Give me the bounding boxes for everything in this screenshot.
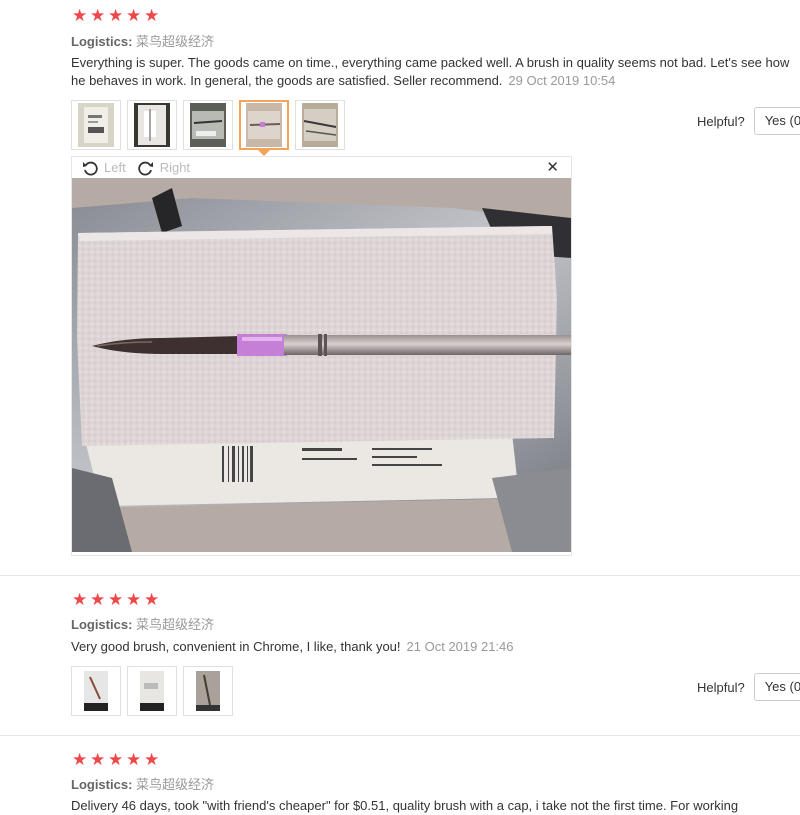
star-icon: ★ <box>90 6 106 25</box>
review-content: Very good brush, convenient in Chrome, I… <box>71 638 796 656</box>
review-photo-thumbnail[interactable] <box>295 100 345 150</box>
logistics-label: Logistics: <box>71 777 133 792</box>
thumbnail-image <box>78 669 114 713</box>
star-icon: ★ <box>72 590 88 609</box>
review-text: Very good brush, convenient in Chrome, I… <box>71 639 401 654</box>
review-photo-thumbnail-active[interactable] <box>239 100 289 156</box>
helpful-label: Helpful? <box>697 113 745 129</box>
review-photo-large <box>72 178 571 552</box>
rotate-left-icon <box>83 161 98 175</box>
helpful-yes-button[interactable]: Yes (0) <box>753 107 800 135</box>
logistics-label: Logistics: <box>71 34 133 49</box>
thumbnail-image <box>78 103 114 147</box>
logistics-info: Logistics: 菜鸟超级经济 <box>71 774 214 793</box>
review-thumbnails <box>71 666 233 716</box>
star-icon: ★ <box>108 590 124 609</box>
star-rating: ★ ★ ★ ★ ★ <box>72 591 160 608</box>
review-photo-thumbnail[interactable] <box>183 100 233 150</box>
logistics-value: 菜鸟超级经济 <box>136 617 215 632</box>
rotate-left-button[interactable]: Left <box>82 160 126 176</box>
star-icon: ★ <box>126 6 142 25</box>
rotate-right-icon <box>138 161 153 175</box>
review-photo-thumbnail[interactable] <box>127 666 177 716</box>
logistics-label: Logistics: <box>71 617 133 632</box>
review-content: Delivery 46 days, took "with friend's ch… <box>71 797 800 815</box>
helpful-section: Helpful? Yes (0) <box>697 673 800 701</box>
review-divider <box>0 575 800 576</box>
review-date: 21 Oct 2019 21:46 <box>406 639 514 654</box>
star-icon: ★ <box>90 750 106 769</box>
star-icon: ★ <box>108 750 124 769</box>
star-rating: ★ ★ ★ ★ ★ <box>72 751 160 768</box>
star-icon: ★ <box>72 6 88 25</box>
thumbnail-image <box>190 103 226 147</box>
logistics-value: 菜鸟超级经济 <box>136 777 215 792</box>
star-rating: ★ ★ ★ ★ ★ <box>72 7 160 24</box>
review-photo-thumbnail[interactable] <box>71 100 121 150</box>
star-icon: ★ <box>126 590 142 609</box>
star-icon: ★ <box>108 6 124 25</box>
helpful-yes-button[interactable]: Yes (0) <box>753 673 800 701</box>
star-icon: ★ <box>90 590 106 609</box>
review-photo-thumbnail[interactable] <box>71 666 121 716</box>
review-text: Everything is super. The goods came on t… <box>71 55 790 88</box>
review-photo-thumbnail[interactable] <box>183 666 233 716</box>
logistics-info: Logistics: 菜鸟超级经济 <box>71 31 214 50</box>
star-icon: ★ <box>144 750 160 769</box>
rotate-right-button[interactable]: Right <box>138 160 190 176</box>
helpful-section: Helpful? Yes (0) <box>697 107 800 135</box>
close-icon[interactable]: ✕ <box>546 158 559 176</box>
thumbnail-image <box>246 103 282 147</box>
thumbnail-image <box>134 103 170 147</box>
star-icon: ★ <box>126 750 142 769</box>
logistics-value: 菜鸟超级经济 <box>136 34 215 49</box>
helpful-label: Helpful? <box>697 679 745 695</box>
thumbnail-image <box>302 103 338 147</box>
review-date: 29 Oct 2019 10:54 <box>508 73 616 88</box>
viewer-toolbar: Left Right ✕ <box>72 157 571 178</box>
rotate-left-label: Left <box>104 160 126 175</box>
logistics-info: Logistics: 菜鸟超级经济 <box>71 614 214 633</box>
thumbnail-image <box>190 669 226 713</box>
review-content: Everything is super. The goods came on t… <box>71 54 796 90</box>
star-icon: ★ <box>144 6 160 25</box>
rotate-right-label: Right <box>159 160 191 175</box>
star-icon: ★ <box>72 750 88 769</box>
thumbnail-image <box>134 669 170 713</box>
review-divider <box>0 735 800 736</box>
star-icon: ★ <box>144 590 160 609</box>
review-photo-thumbnail[interactable] <box>127 100 177 150</box>
review-thumbnails <box>71 100 345 156</box>
photo-viewer: Left Right ✕ <box>71 156 572 556</box>
